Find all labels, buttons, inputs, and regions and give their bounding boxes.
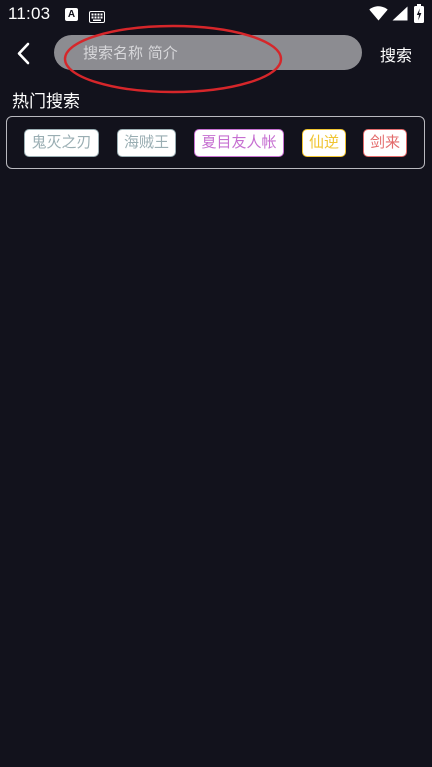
- search-input[interactable]: [83, 35, 343, 70]
- battery-icon: [414, 4, 424, 27]
- wifi-icon: [369, 6, 388, 25]
- hot-tag-haizeiwang[interactable]: 海贼王: [117, 129, 176, 157]
- status-bar: 11:03 A: [0, 0, 432, 30]
- back-button[interactable]: [8, 38, 40, 70]
- hot-tag-jianlai[interactable]: 剑来: [363, 129, 407, 157]
- status-time: 11:03: [8, 4, 51, 23]
- hot-tag-guimie[interactable]: 鬼灭之刃: [24, 129, 99, 157]
- search-screen: 11:03 A 搜索名称 简介 搜索 热门搜索 鬼灭之刃 海贼王 夏目友人帐 仙…: [0, 0, 432, 767]
- search-box[interactable]: [54, 35, 362, 70]
- search-button[interactable]: 搜索: [380, 42, 412, 66]
- hot-search-title: 热门搜索: [12, 92, 80, 112]
- hot-tag-xianni[interactable]: 仙逆: [302, 129, 346, 157]
- signal-icon: [392, 6, 408, 25]
- a-icon: A: [65, 8, 78, 21]
- chevron-left-icon: [17, 42, 30, 65]
- keyboard-icon: [89, 8, 105, 27]
- hot-tag-xiamu[interactable]: 夏目友人帐: [194, 129, 284, 157]
- hot-search-panel: 鬼灭之刃 海贼王 夏目友人帐 仙逆 剑来: [6, 116, 425, 169]
